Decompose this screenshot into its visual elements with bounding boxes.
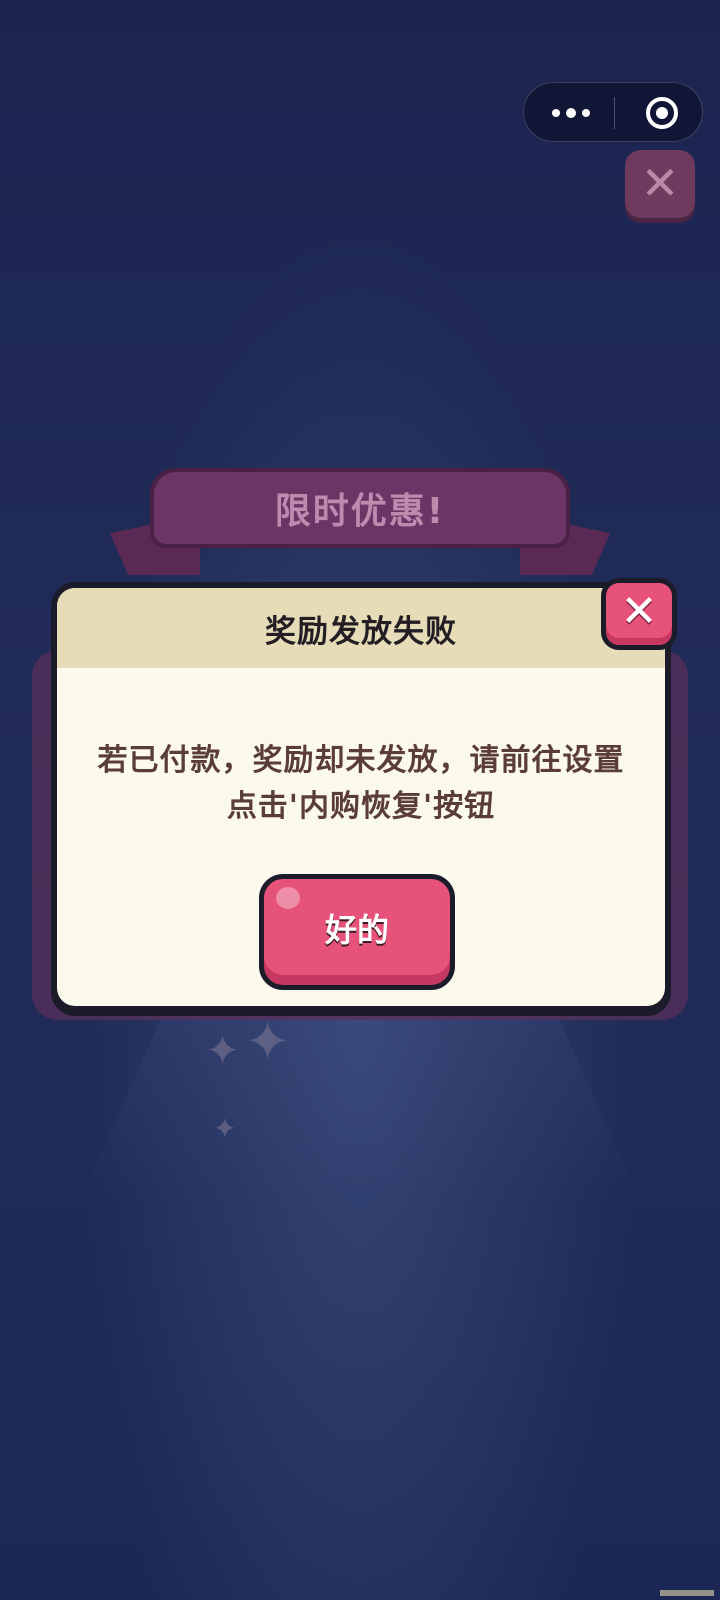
banner-title: 限时优惠! — [274, 491, 446, 532]
dialog-message: 若已付款，奖励却未发放，请前往设置点击'内购恢复'按钮 — [97, 743, 625, 824]
target-circle-icon[interactable] — [646, 97, 678, 129]
dialog-header: 奖励发放失败 — [57, 588, 665, 668]
sparkle-icon: ✦ — [213, 1112, 237, 1145]
more-dots-icon[interactable] — [552, 101, 596, 125]
sparkle-icon: ✦ — [245, 1010, 291, 1073]
sparkle-icon: ✦ — [205, 1026, 241, 1075]
ok-button[interactable]: 好的 — [259, 874, 455, 990]
dialog-close-button[interactable]: ✕ — [601, 578, 677, 650]
close-icon: ✕ — [620, 586, 658, 637]
offer-banner: 限时优惠! — [150, 468, 570, 548]
dialog-title: 奖励发放失败 — [265, 613, 457, 650]
dialog-body: 奖励发放失败 若已付款，奖励却未发放，请前往设置点击'内购恢复'按钮 好的 — [57, 588, 665, 1006]
mini-program-capsule — [523, 82, 703, 142]
reward-failed-dialog: 奖励发放失败 若已付款，奖励却未发放，请前往设置点击'内购恢复'按钮 好的 — [51, 582, 671, 1016]
ok-button-label: 好的 — [324, 911, 389, 949]
capsule-divider — [614, 97, 615, 129]
background-close-icon: ✕ — [625, 150, 695, 218]
corner-watermark — [660, 1590, 714, 1596]
